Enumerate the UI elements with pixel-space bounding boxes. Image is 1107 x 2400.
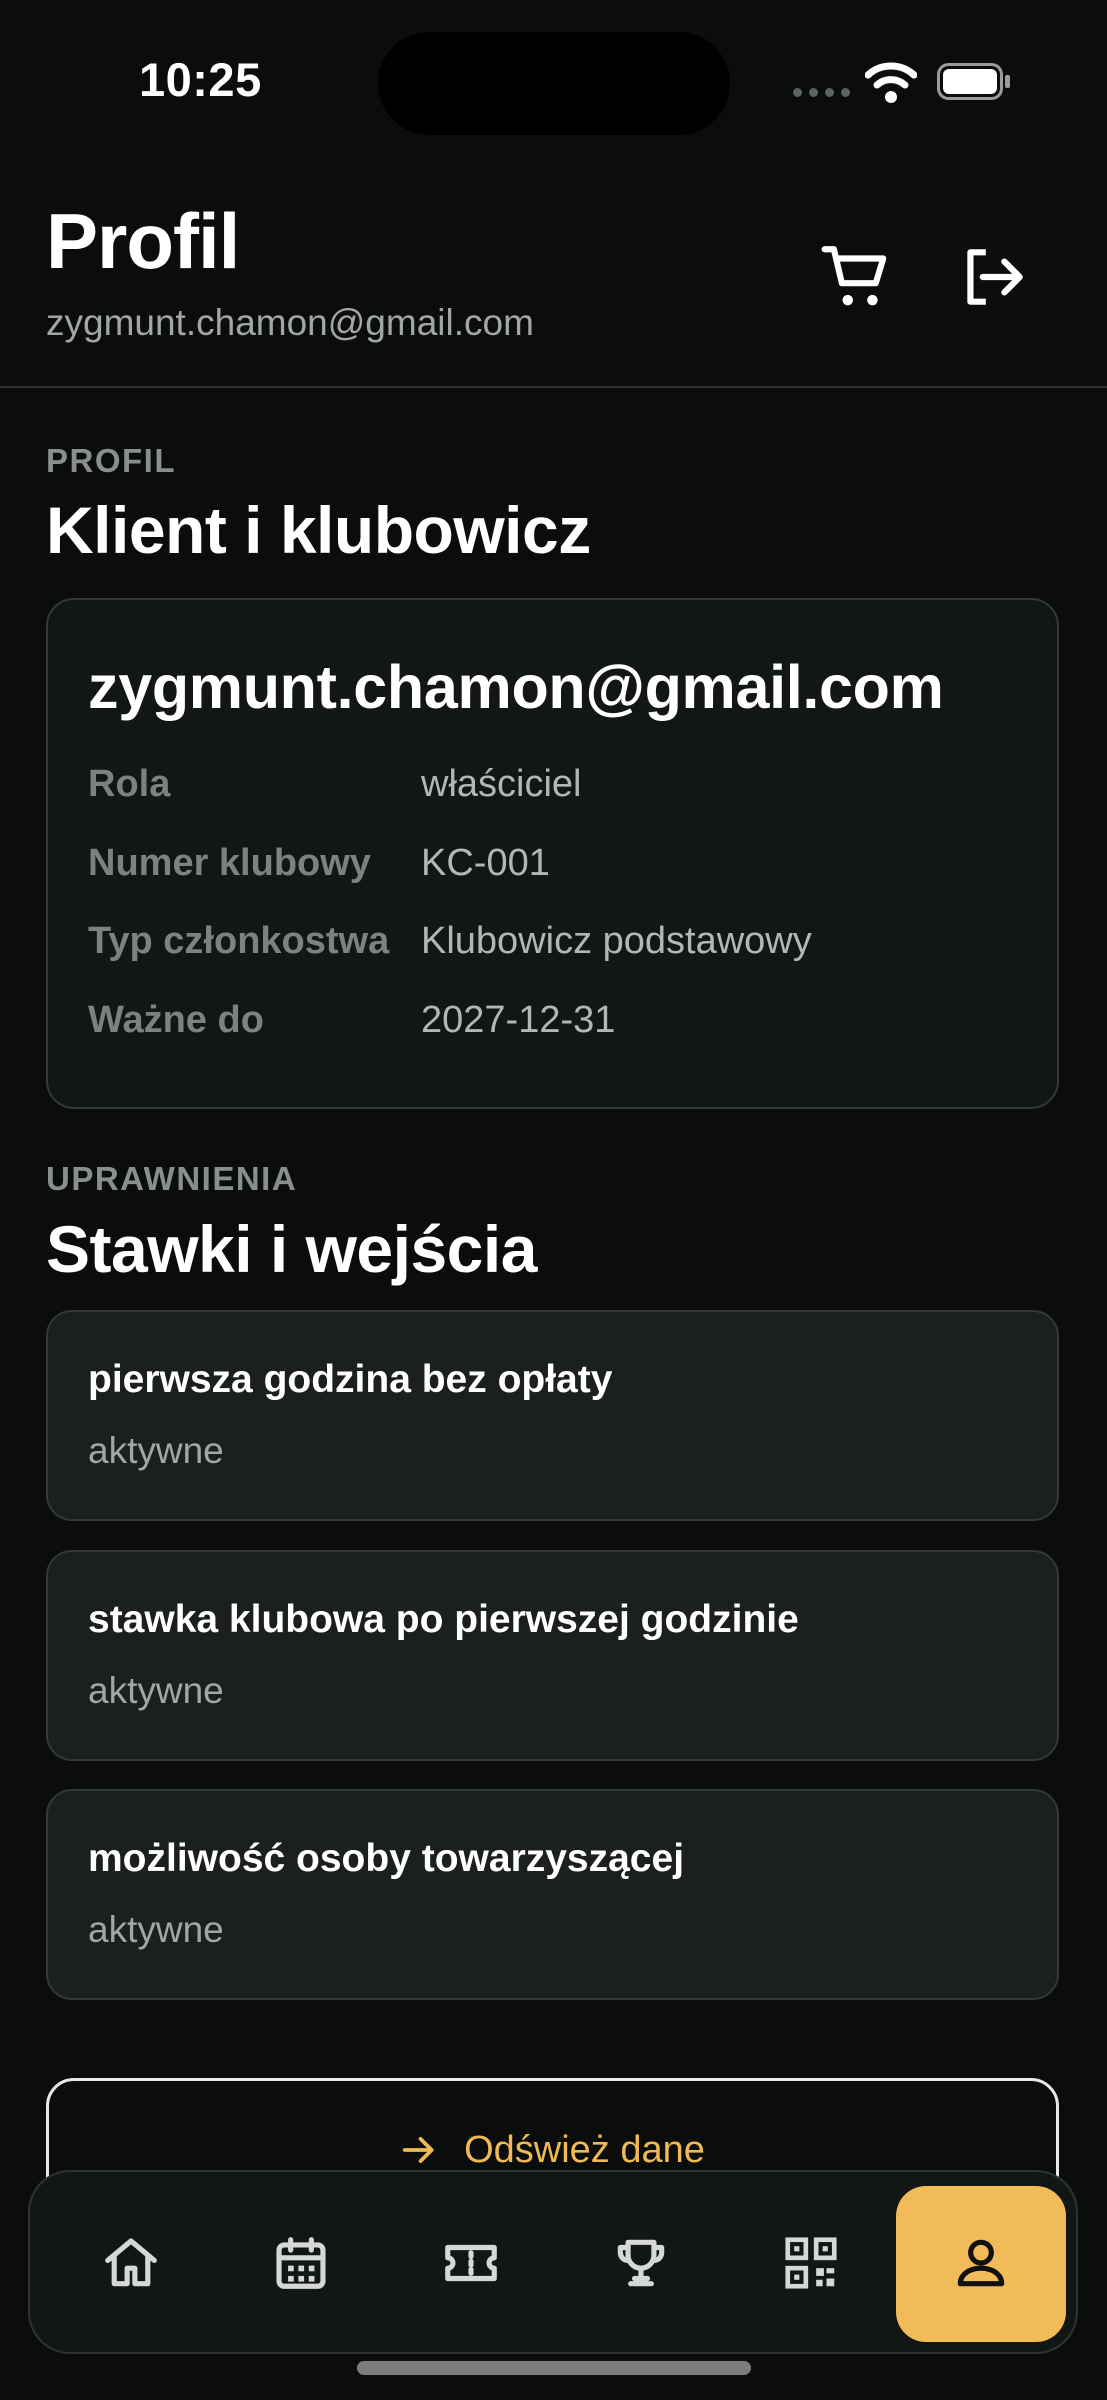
- membership-type-value: Klubowicz podstawowy: [421, 920, 812, 962]
- permission-title: możliwość osoby towarzyszącej: [88, 1837, 685, 1880]
- cellular-signal-icon: [793, 88, 850, 97]
- home-icon[interactable]: [100, 2232, 162, 2294]
- valid-until-label: Ważne do: [88, 999, 264, 1041]
- membership-type-label: Typ członkostwa: [88, 920, 390, 962]
- permission-title: stawka klubowa po pierwszej godzinie: [88, 1598, 799, 1641]
- role-label: Rola: [88, 763, 171, 805]
- battery-icon: [937, 63, 1010, 100]
- profile-eyebrow: PROFIL: [46, 442, 176, 479]
- header-divider: [0, 386, 1107, 388]
- cart-icon[interactable]: [820, 240, 894, 314]
- wifi-icon: [865, 62, 917, 103]
- nav-profile-active[interactable]: [896, 2186, 1066, 2342]
- page-title: Profil: [46, 197, 240, 285]
- trophy-icon[interactable]: [610, 2232, 672, 2294]
- bottom-navigation: [28, 2170, 1078, 2354]
- qr-code-icon[interactable]: [780, 2232, 842, 2294]
- permission-item: pierwsza godzina bez opłaty aktywne: [46, 1310, 1059, 1521]
- calendar-icon[interactable]: [270, 2232, 332, 2294]
- user-icon: [957, 2239, 1005, 2287]
- club-number-value: KC-001: [421, 842, 550, 884]
- permission-status: aktywne: [88, 1909, 224, 1950]
- status-time: 10:25: [139, 53, 262, 106]
- user-email: zygmunt.chamon@gmail.com: [46, 302, 534, 343]
- permissions-eyebrow: UPRAWNIENIA: [46, 1160, 298, 1197]
- profile-card: zygmunt.chamon@gmail.com Rola właściciel…: [46, 598, 1059, 1109]
- permission-item: możliwość osoby towarzyszącej aktywne: [46, 1789, 1059, 2000]
- valid-until-value: 2027-12-31: [421, 999, 616, 1041]
- permission-title: pierwsza godzina bez opłaty: [88, 1358, 613, 1401]
- arrow-right-icon: [402, 2137, 434, 2163]
- ticket-icon[interactable]: [440, 2232, 502, 2294]
- profile-section-title: Klient i klubowicz: [46, 493, 591, 567]
- club-number-label: Numer klubowy: [88, 842, 371, 884]
- permission-item: stawka klubowa po pierwszej godzinie akt…: [46, 1550, 1059, 1761]
- role-value: właściciel: [421, 763, 582, 805]
- permissions-section-title: Stawki i wejścia: [46, 1212, 537, 1286]
- home-indicator: [357, 2361, 751, 2375]
- permission-status: aktywne: [88, 1430, 224, 1471]
- logout-icon[interactable]: [955, 240, 1029, 314]
- dynamic-island: [378, 32, 730, 135]
- card-email: zygmunt.chamon@gmail.com: [88, 653, 944, 721]
- permission-status: aktywne: [88, 1670, 224, 1711]
